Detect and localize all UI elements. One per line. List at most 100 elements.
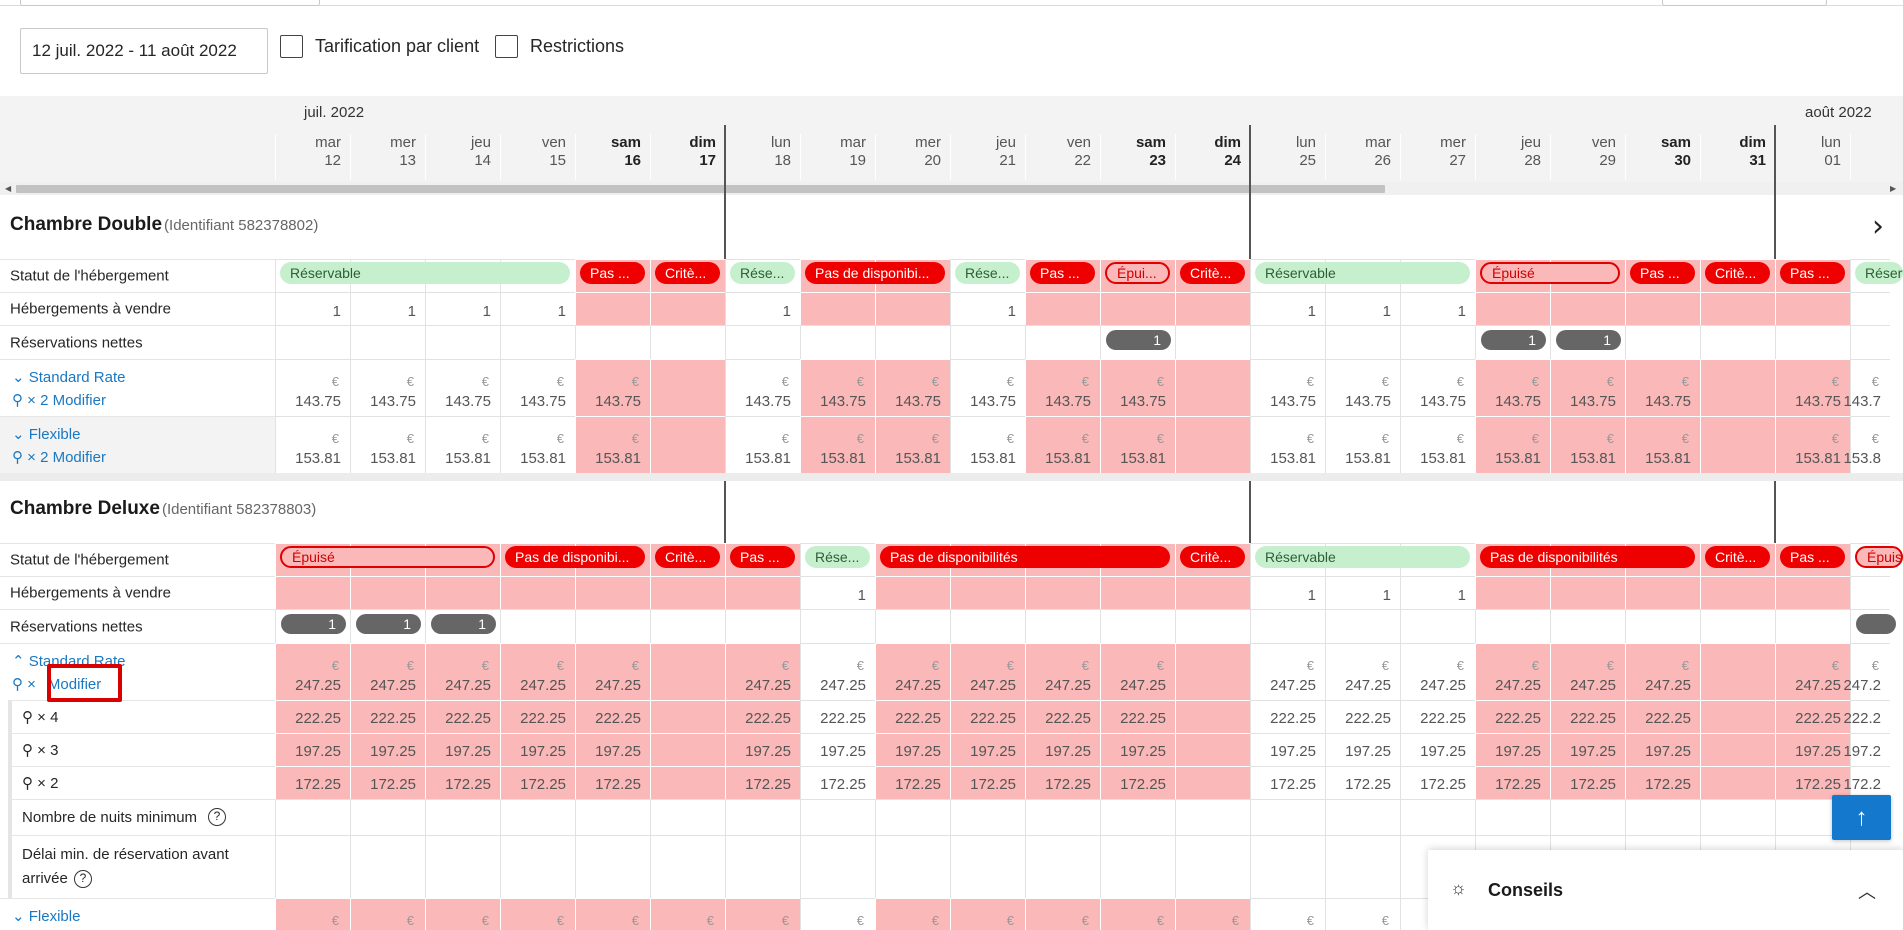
- price-cell[interactable]: 197.25: [275, 733, 350, 766]
- price-cell[interactable]: 197.25: [1550, 733, 1625, 766]
- restriction-cell[interactable]: [1250, 835, 1325, 898]
- rate-plan-toggle[interactable]: ⌄ Standard Rate: [12, 368, 125, 386]
- restriction-cell[interactable]: [725, 835, 800, 898]
- price-cell[interactable]: 222.25: [1550, 700, 1625, 733]
- price-cell[interactable]: €247.25: [725, 643, 800, 700]
- to-sell-row-cell[interactable]: [800, 292, 875, 325]
- reservation-badge[interactable]: 1: [1106, 330, 1171, 350]
- status-pill[interactable]: Critè...: [1705, 546, 1770, 568]
- price-cell[interactable]: 222.25: [425, 700, 500, 733]
- price-cell[interactable]: €143.75: [1250, 359, 1325, 416]
- status-pill[interactable]: Pas de disponibi...: [805, 262, 945, 284]
- price-cell[interactable]: 222.25: [950, 700, 1025, 733]
- to-sell-row-cell[interactable]: [1025, 576, 1100, 609]
- price-cell[interactable]: €143.75: [275, 359, 350, 416]
- reservation-badge[interactable]: 1: [431, 614, 496, 634]
- restriction-cell[interactable]: [575, 799, 650, 835]
- price-cell[interactable]: €153.81: [1625, 416, 1700, 473]
- price-cell[interactable]: €143.75: [500, 359, 575, 416]
- chevron-right-icon[interactable]: ›: [1872, 212, 1894, 242]
- net-reservations-row-cell[interactable]: [1550, 609, 1625, 643]
- price-cell[interactable]: [1175, 733, 1250, 766]
- price-cell[interactable]: 197.25: [1325, 733, 1400, 766]
- to-sell-row-cell[interactable]: [350, 576, 425, 609]
- restriction-cell[interactable]: [800, 799, 875, 835]
- to-sell-row-cell[interactable]: [1625, 292, 1700, 325]
- help-circle-icon[interactable]: ?: [74, 870, 92, 888]
- price-cell[interactable]: 172.25: [875, 766, 950, 799]
- price-cell[interactable]: €153.81: [725, 416, 800, 473]
- price-cell[interactable]: 222.25: [350, 700, 425, 733]
- price-cell[interactable]: 172.25: [800, 766, 875, 799]
- price-cell[interactable]: 222.25: [875, 700, 950, 733]
- to-sell-row-cell[interactable]: 1: [500, 292, 575, 325]
- to-sell-row-cell[interactable]: [1625, 576, 1700, 609]
- price-cell[interactable]: 172.25: [1550, 766, 1625, 799]
- price-cell[interactable]: €153.81: [500, 416, 575, 473]
- restriction-cell[interactable]: [425, 799, 500, 835]
- net-reservations-row-cell[interactable]: 1: [425, 609, 500, 643]
- status-pill[interactable]: Critè...: [655, 262, 720, 284]
- price-cell[interactable]: €153.81: [1775, 416, 1850, 473]
- price-cell[interactable]: 222.25: [275, 700, 350, 733]
- status-pill[interactable]: Pas de disponibilités: [880, 546, 1170, 568]
- net-reservations-row-cell[interactable]: [650, 609, 725, 643]
- price-cell[interactable]: 222.25: [500, 700, 575, 733]
- price-cell[interactable]: €153.81: [1550, 416, 1625, 473]
- reservation-badge[interactable]: [1856, 614, 1896, 634]
- day-header[interactable]: ven 22: [1025, 134, 1100, 180]
- price-cell[interactable]: 197.25: [425, 733, 500, 766]
- status-pill[interactable]: Critè...: [1180, 262, 1245, 284]
- to-sell-row-cell[interactable]: [1175, 576, 1250, 609]
- restriction-cell[interactable]: [275, 835, 350, 898]
- price-cell[interactable]: €143.75: [725, 359, 800, 416]
- price-cell[interactable]: 197.25: [950, 733, 1025, 766]
- price-cell[interactable]: €153.81: [1100, 416, 1175, 473]
- net-reservations-row-cell[interactable]: [1700, 325, 1775, 359]
- price-cell[interactable]: €143.75: [1100, 359, 1175, 416]
- restriction-cell[interactable]: [1475, 799, 1550, 835]
- price-cell[interactable]: 197.25: [1100, 733, 1175, 766]
- price-cell[interactable]: €: [875, 898, 950, 930]
- price-cell[interactable]: 197.25: [875, 733, 950, 766]
- price-cell[interactable]: €: [500, 898, 575, 930]
- price-cell[interactable]: 197.25: [1400, 733, 1475, 766]
- to-sell-row-cell[interactable]: [425, 576, 500, 609]
- occupancy-modifier-link[interactable]: ⚲ × 2 Modifier: [12, 448, 106, 466]
- net-reservations-row-cell[interactable]: 1: [275, 609, 350, 643]
- price-cell[interactable]: 172.25: [425, 766, 500, 799]
- net-reservations-row-cell[interactable]: [1025, 609, 1100, 643]
- price-cell[interactable]: 222.25: [1475, 700, 1550, 733]
- price-cell[interactable]: €247.25: [1475, 643, 1550, 700]
- price-cell[interactable]: €153.81: [1025, 416, 1100, 473]
- net-reservations-row-cell[interactable]: [1400, 325, 1475, 359]
- day-header[interactable]: ven 29: [1550, 134, 1625, 180]
- price-cell[interactable]: €143.75: [1625, 359, 1700, 416]
- to-sell-row-cell[interactable]: 1: [350, 292, 425, 325]
- price-cell[interactable]: €247.25: [800, 643, 875, 700]
- price-cell[interactable]: €153.81: [1475, 416, 1550, 473]
- price-cell[interactable]: €247.25: [425, 643, 500, 700]
- restriction-cell[interactable]: [725, 799, 800, 835]
- scroll-right-icon[interactable]: ▶: [1890, 182, 1896, 195]
- price-cell[interactable]: 172.25: [575, 766, 650, 799]
- price-cell[interactable]: 172.25: [1625, 766, 1700, 799]
- price-cell[interactable]: €: [1025, 898, 1100, 930]
- status-pill[interactable]: Pas ...: [1030, 262, 1095, 284]
- restriction-cell[interactable]: [1400, 799, 1475, 835]
- net-reservations-row-cell[interactable]: [575, 325, 650, 359]
- price-cell[interactable]: 197.25: [500, 733, 575, 766]
- price-cell[interactable]: [1175, 359, 1250, 416]
- price-cell[interactable]: €153.81: [800, 416, 875, 473]
- price-cell[interactable]: [1175, 766, 1250, 799]
- status-pill[interactable]: Réservable: [1255, 262, 1470, 284]
- to-sell-row-cell[interactable]: 1: [725, 292, 800, 325]
- price-cell[interactable]: 172.25: [1100, 766, 1175, 799]
- price-cell[interactable]: €: [350, 898, 425, 930]
- net-reservations-row-cell[interactable]: [1850, 325, 1890, 359]
- reservation-badge[interactable]: 1: [1481, 330, 1546, 350]
- net-reservations-row-cell[interactable]: [950, 325, 1025, 359]
- to-sell-row-cell[interactable]: 1: [275, 292, 350, 325]
- price-cell[interactable]: €153.81: [875, 416, 950, 473]
- restriction-cell[interactable]: [875, 799, 950, 835]
